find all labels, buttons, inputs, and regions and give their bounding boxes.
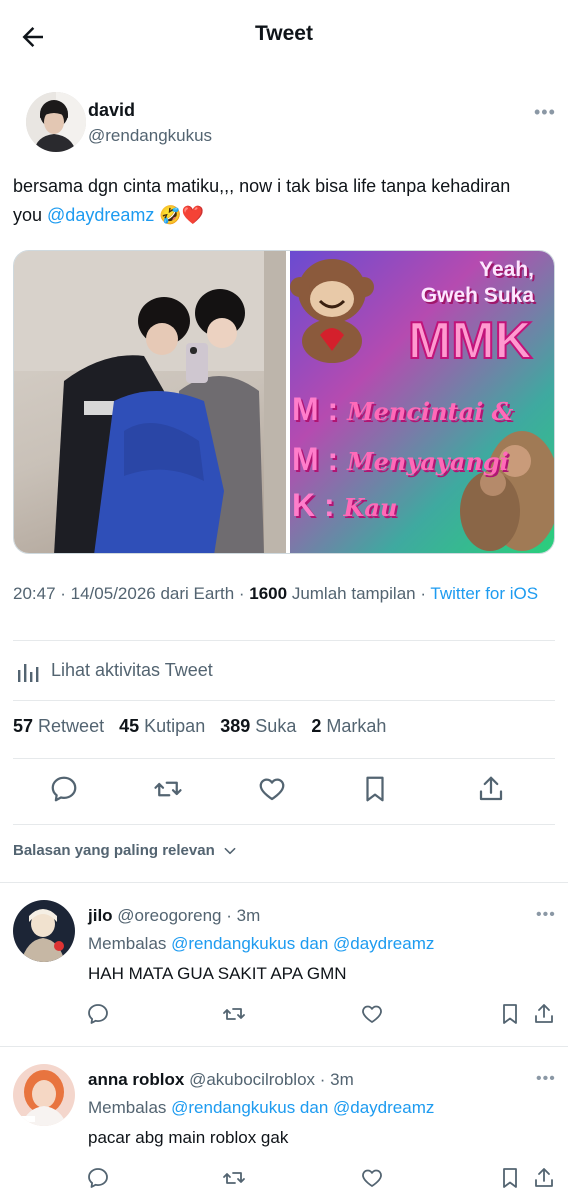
replying-mentions[interactable]: @rendangkukus dan @daydreamz bbox=[171, 1098, 434, 1117]
share-icon[interactable] bbox=[476, 774, 506, 804]
retweets-stat[interactable]: 57 Retweet bbox=[13, 716, 104, 737]
reply-actions bbox=[0, 1166, 568, 1196]
reply-author-name[interactable]: jilo bbox=[88, 906, 113, 925]
reply-avatar[interactable] bbox=[13, 1064, 75, 1126]
replies-sort-dropdown[interactable]: Balasan yang paling relevan bbox=[13, 842, 237, 859]
photo-couple[interactable] bbox=[14, 251, 286, 553]
quotes-stat[interactable]: 45 Kutipan bbox=[119, 716, 205, 737]
meme-letter: K bbox=[292, 487, 316, 523]
divider bbox=[0, 1046, 568, 1047]
reply-icon[interactable] bbox=[86, 1166, 110, 1190]
quotes-count: 45 bbox=[119, 716, 140, 736]
bookmarks-stat[interactable]: 2 Markah bbox=[311, 716, 386, 737]
retweets-label: Retweet bbox=[38, 716, 105, 736]
reply-time: · 3m bbox=[226, 906, 261, 925]
reply-actions bbox=[0, 1002, 568, 1032]
share-icon[interactable] bbox=[532, 1002, 556, 1026]
meme-line-2: M : Menyayangi bbox=[292, 441, 509, 477]
reply-header: jilo @oreogoreng · 3m bbox=[88, 906, 260, 926]
meme-word: Mencintai & bbox=[347, 397, 514, 426]
tweet-emoji: 🤣❤️ bbox=[154, 205, 205, 225]
share-icon[interactable] bbox=[532, 1166, 556, 1190]
retweet-icon[interactable] bbox=[222, 1166, 246, 1190]
reply-time: · 3m bbox=[319, 1070, 354, 1089]
analytics-icon bbox=[18, 664, 39, 682]
reply-text: pacar abg main roblox gak bbox=[88, 1128, 289, 1147]
engagement-stats: 57 Retweet 45 Kutipan 389 Suka 2 Markah bbox=[13, 716, 555, 744]
author-handle[interactable]: @rendangkukus bbox=[88, 126, 212, 146]
reply-icon[interactable] bbox=[49, 774, 79, 804]
more-options-icon[interactable]: ••• bbox=[536, 1070, 556, 1088]
divider bbox=[13, 700, 555, 701]
retweets-count: 57 bbox=[13, 716, 34, 736]
retweet-icon[interactable] bbox=[222, 1002, 246, 1026]
reply-avatar[interactable] bbox=[13, 900, 75, 962]
meme-letter: M bbox=[292, 441, 319, 477]
sort-label: Balasan yang paling relevan bbox=[13, 842, 215, 859]
more-options-icon[interactable]: ••• bbox=[534, 102, 556, 123]
like-icon[interactable] bbox=[360, 1166, 384, 1190]
more-options-icon[interactable]: ••• bbox=[536, 906, 556, 924]
replying-to: Membalas @rendangkukus dan @daydreamz bbox=[88, 1098, 434, 1118]
meme-yeah-line1: Yeah, bbox=[479, 258, 534, 281]
tweet-activity-link[interactable]: Lihat aktivitas Tweet bbox=[13, 652, 555, 690]
retweet-icon[interactable] bbox=[153, 774, 183, 804]
tweet-text: bersama dgn cinta matiku,,, now i tak bi… bbox=[13, 172, 543, 230]
tweet-meta: 20:47 · 14/05/2026 dari Earth · 1600 Jum… bbox=[13, 582, 553, 605]
meme-line-1: M : Mencintai & bbox=[292, 391, 514, 427]
meme-image[interactable]: Yeah, Gweh Suka MMK M : Mencintai & M : … bbox=[290, 251, 554, 553]
reply-author-handle[interactable]: @akubocilroblox bbox=[189, 1070, 315, 1089]
page-title: Tweet bbox=[255, 22, 313, 45]
reply-text: HAH MATA GUA SAKIT APA GMN bbox=[88, 964, 347, 983]
reply-item[interactable]: jilo @oreogoreng · 3m ••• Membalas @rend… bbox=[0, 898, 568, 1046]
tweet-actions bbox=[13, 772, 555, 812]
reply-item[interactable]: anna roblox @akubocilroblox · 3m ••• Mem… bbox=[0, 1062, 568, 1200]
mention-link[interactable]: @daydreamz bbox=[47, 205, 154, 225]
meme-letter: M bbox=[292, 391, 319, 427]
replying-prefix: Membalas bbox=[88, 934, 172, 953]
reply-icon[interactable] bbox=[86, 1002, 110, 1026]
tweet-author: david @rendangkukus ••• bbox=[14, 92, 556, 158]
bookmarks-count: 2 bbox=[311, 716, 322, 736]
replying-to: Membalas @rendangkukus dan @daydreamz bbox=[88, 934, 434, 954]
activity-label: Lihat aktivitas Tweet bbox=[51, 660, 213, 680]
bookmark-icon[interactable] bbox=[498, 1166, 522, 1190]
likes-stat[interactable]: 389 Suka bbox=[220, 716, 296, 737]
meme-yeah-line2: Gweh Suka bbox=[420, 284, 534, 307]
views-count: 1600 bbox=[249, 584, 288, 603]
quotes-label: Kutipan bbox=[144, 716, 206, 736]
tweet-media[interactable]: Yeah, Gweh Suka MMK M : Mencintai & M : … bbox=[13, 250, 555, 554]
tweet-timestamp: 20:47 · 14/05/2026 dari Earth · bbox=[13, 584, 250, 603]
meme-title: MMK bbox=[407, 311, 533, 371]
bookmark-icon[interactable] bbox=[360, 774, 390, 804]
meme-word: Menyayangi bbox=[347, 447, 509, 476]
bookmarks-label: Markah bbox=[326, 716, 387, 736]
divider bbox=[0, 882, 568, 883]
views-label: Jumlah tampilan · bbox=[287, 584, 431, 603]
meme-line-3: K : Kau bbox=[292, 487, 398, 523]
author-avatar[interactable] bbox=[26, 92, 86, 152]
likes-label: Suka bbox=[255, 716, 297, 736]
reply-author-name[interactable]: anna roblox bbox=[88, 1070, 184, 1089]
reply-header: anna roblox @akubocilroblox · 3m bbox=[88, 1070, 354, 1090]
divider bbox=[13, 824, 555, 825]
like-icon[interactable] bbox=[257, 774, 287, 804]
meme-caption: Yeah, Gweh Suka bbox=[421, 257, 534, 309]
client-link[interactable]: Twitter for iOS bbox=[430, 584, 538, 603]
like-icon[interactable] bbox=[360, 1002, 384, 1026]
top-bar: Tweet bbox=[0, 0, 568, 70]
author-name[interactable]: david bbox=[88, 100, 135, 121]
reply-author-handle[interactable]: @oreogoreng bbox=[117, 906, 221, 925]
divider bbox=[13, 640, 555, 641]
replying-prefix: Membalas bbox=[88, 1098, 172, 1117]
divider bbox=[13, 758, 555, 759]
likes-count: 389 bbox=[220, 716, 251, 736]
chevron-down-icon bbox=[224, 847, 236, 855]
meme-word: Kau bbox=[343, 493, 398, 522]
replying-mentions[interactable]: @rendangkukus dan @daydreamz bbox=[171, 934, 434, 953]
bookmark-icon[interactable] bbox=[498, 1002, 522, 1026]
